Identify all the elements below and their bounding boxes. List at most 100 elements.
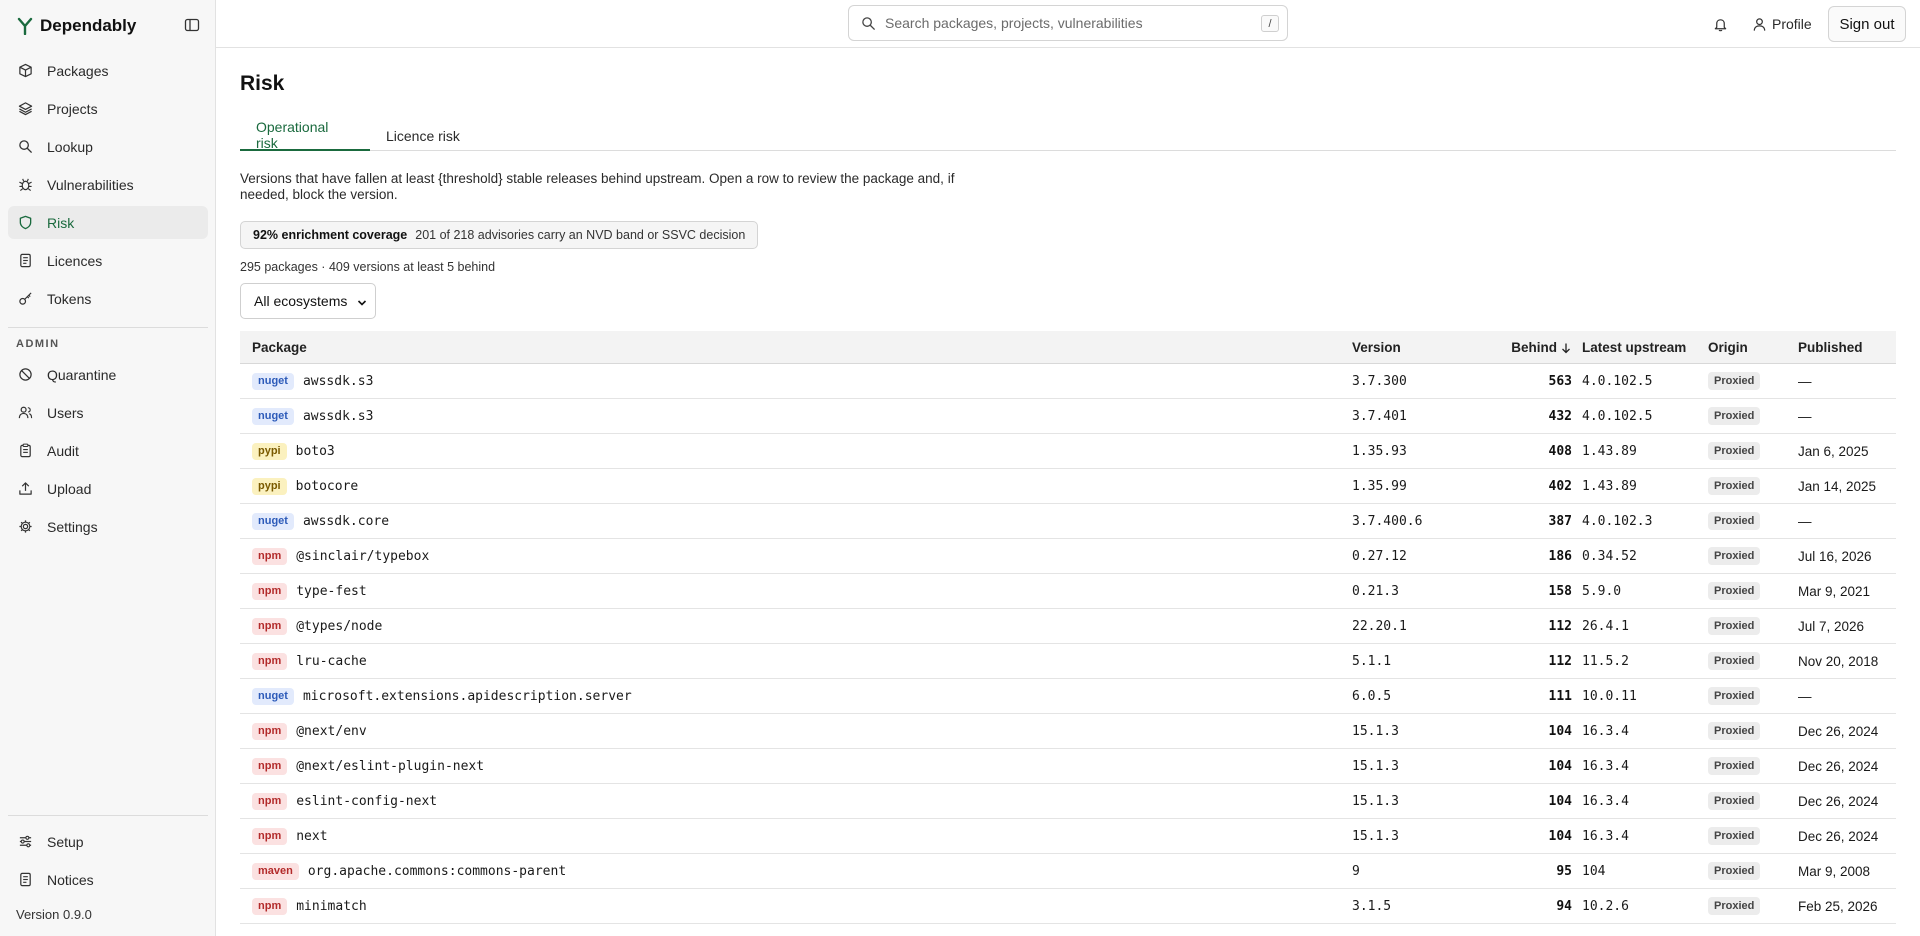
table-row[interactable]: npm @types/node 22.20.1 112 26.4.1 Proxied Jul… [240,609,1896,644]
main-nav: Packages Projects Lookup Vulnerabilities… [8,54,208,320]
behind-value: 158 [1548,583,1572,599]
published-cell: Jan 14, 2025 [1798,469,1876,503]
admin-section-label: ADMIN [16,338,60,350]
tab-licence-risk[interactable]: Licence risk [370,120,480,151]
search-input[interactable]: Search packages, projects, vulnerabiliti… [848,5,1288,41]
sign-out-button[interactable]: Sign out [1828,6,1906,42]
column-header-behind-label: Behind [1511,340,1557,355]
app-version: Version 0.9.0 [16,907,92,922]
ecosystem-badge: npm [252,897,288,915]
table-row[interactable]: npm lru-cache 5.1.1 112 11.5.2 Proxied Nov 20,… [240,644,1896,679]
published-value: Jan 14, 2025 [1798,478,1877,494]
column-header-latest-upstream[interactable]: Latest upstream [1582,331,1686,364]
package-cell: npm @next/eslint-plugin-next [252,749,484,783]
sort-arrow-down-icon [1562,343,1570,353]
sidebar-item-settings[interactable]: Settings [8,510,208,543]
user-icon [1753,17,1766,31]
origin-cell: Proxied [1708,714,1761,748]
latest-upstream-value: 16.3.4 [1582,828,1629,844]
table-row[interactable]: maven org.apache.commons:commons-parent 9 9… [240,854,1896,889]
table-row[interactable]: npm @next/eslint-plugin-next 15.1.3 104 16.3… [240,749,1896,784]
ecosystem-badge: npm [252,547,288,565]
package-name: @next/eslint-plugin-next [296,758,485,774]
ecosystem-select[interactable]: All ecosystems [240,283,376,319]
sidebar-item-upload[interactable]: Upload [8,472,208,505]
published-cell: Dec 26, 2024 [1798,714,1878,748]
sidebar-item-lookup[interactable]: Lookup [8,130,208,163]
table-row[interactable]: pypi boto3 1.35.93 408 1.43.89 Proxied Jan 6, … [240,434,1896,469]
version-cell: 15.1.3 [1352,749,1399,783]
origin-badge: Proxied [1708,827,1761,845]
sidebar-item-label: Notices [47,871,94,888]
latest-upstream-value: 4.0.102.5 [1582,373,1653,389]
behind-value: 563 [1548,373,1572,389]
table-row[interactable]: npm minimatch 3.1.5 94 10.2.6 Proxied Feb 25, … [240,889,1896,924]
sidebar-item-users[interactable]: Users [8,396,208,429]
table-row[interactable]: npm eslint-config-next 15.1.3 104 16.3.4 Prox… [240,784,1896,819]
latest-upstream-value: 0.34.52 [1582,548,1637,564]
table-row[interactable]: pypi botocore 1.35.99 402 1.43.89 Proxied Jan … [240,469,1896,504]
table-row[interactable]: nuget microsoft.extensions.apidescription… [240,679,1896,714]
sidebar-item-risk[interactable]: Risk [8,206,208,239]
version-cell: 15.1.3 [1352,819,1399,853]
latest-upstream-cell: 4.0.102.5 [1582,399,1652,433]
ecosystem-badge: nuget [252,512,294,530]
sidebar-item-packages[interactable]: Packages [8,54,208,87]
version-value: 0.21.3 [1352,583,1399,599]
published-cell: Mar 9, 2021 [1798,574,1870,608]
version-value: 15.1.3 [1352,828,1399,844]
table-row[interactable]: nuget awssdk.s3 3.7.300 563 4.0.102.5 Proxied… [240,364,1896,399]
table-row[interactable]: npm @sinclair/typebox 0.27.12 186 0.34.52 Pro… [240,539,1896,574]
column-header-package[interactable]: Package [252,331,307,364]
origin-badge: Proxied [1708,442,1761,460]
profile-link[interactable]: Profile [1752,14,1812,34]
sidebar-item-tokens[interactable]: Tokens [8,282,208,315]
version-value: 3.1.5 [1352,898,1392,914]
package-cell: nuget microsoft.extensions.apidescription… [252,679,632,713]
tab-operational-risk[interactable]: Operational risk [240,119,370,151]
ecosystem-badge: npm [252,757,288,775]
sidebar-item-setup[interactable]: Setup [8,825,208,858]
version-value: 3.7.300 [1352,373,1407,389]
sidebar-item-label: Setup [47,833,84,850]
sidebar-item-licences[interactable]: Licences [8,244,208,277]
table-row[interactable]: nuget awssdk.core 3.7.400.6 387 4.0.102.3 Pro… [240,504,1896,539]
table-row[interactable]: nuget awssdk.s3 3.7.401 432 4.0.102.5 Proxied… [240,399,1896,434]
latest-upstream-cell: 16.3.4 [1582,749,1629,783]
sidebar-item-notices[interactable]: Notices [8,863,208,896]
latest-upstream-cell: 16.3.4 [1582,819,1629,853]
column-header-behind[interactable]: Behind [1460,331,1572,364]
package-name: @types/node [296,618,383,634]
package-cell: npm @types/node [252,609,382,643]
published-cell: — [1798,504,1812,538]
sidebar-item-vulnerabilities[interactable]: Vulnerabilities [8,168,208,201]
version-cell: 9 [1352,854,1360,888]
sidebar-item-projects[interactable]: Projects [8,92,208,125]
notifications-bell-icon[interactable] [1710,14,1730,34]
latest-upstream-value: 1.43.89 [1582,443,1637,459]
published-value: Feb 25, 2026 [1798,898,1878,914]
table-row[interactable]: npm type-fest 0.21.3 158 5.9.0 Proxied Mar 9, … [240,574,1896,609]
package-cell: npm type-fest [252,574,367,608]
brand[interactable]: Dependably [16,14,136,38]
behind-value: 432 [1548,408,1572,424]
origin-cell: Proxied [1708,364,1761,398]
latest-upstream-cell: 10.2.6 [1582,889,1629,923]
origin-cell: Proxied [1708,749,1761,783]
sidebar-toggle-icon[interactable] [182,16,202,34]
table-row[interactable]: npm next 15.1.3 104 16.3.4 Proxied Dec 26, 202… [240,819,1896,854]
search-shortcut-hint: / [1261,15,1279,32]
sidebar-item-quarantine[interactable]: Quarantine [8,358,208,391]
column-header-published[interactable]: Published [1798,331,1863,364]
origin-badge: Proxied [1708,897,1761,915]
search-icon [17,139,33,155]
column-header-version[interactable]: Version [1352,331,1401,364]
column-header-origin[interactable]: Origin [1708,331,1748,364]
shield-icon [17,215,33,231]
version-cell: 6.0.5 [1352,679,1391,713]
package-name: eslint-config-next [296,793,438,809]
table-row[interactable]: npm @next/env 15.1.3 104 16.3.4 Proxied Dec 26… [240,714,1896,749]
published-cell: Feb 25, 2026 [1798,889,1878,923]
version-value: 1.35.93 [1352,443,1407,459]
sidebar-item-audit[interactable]: Audit [8,434,208,467]
